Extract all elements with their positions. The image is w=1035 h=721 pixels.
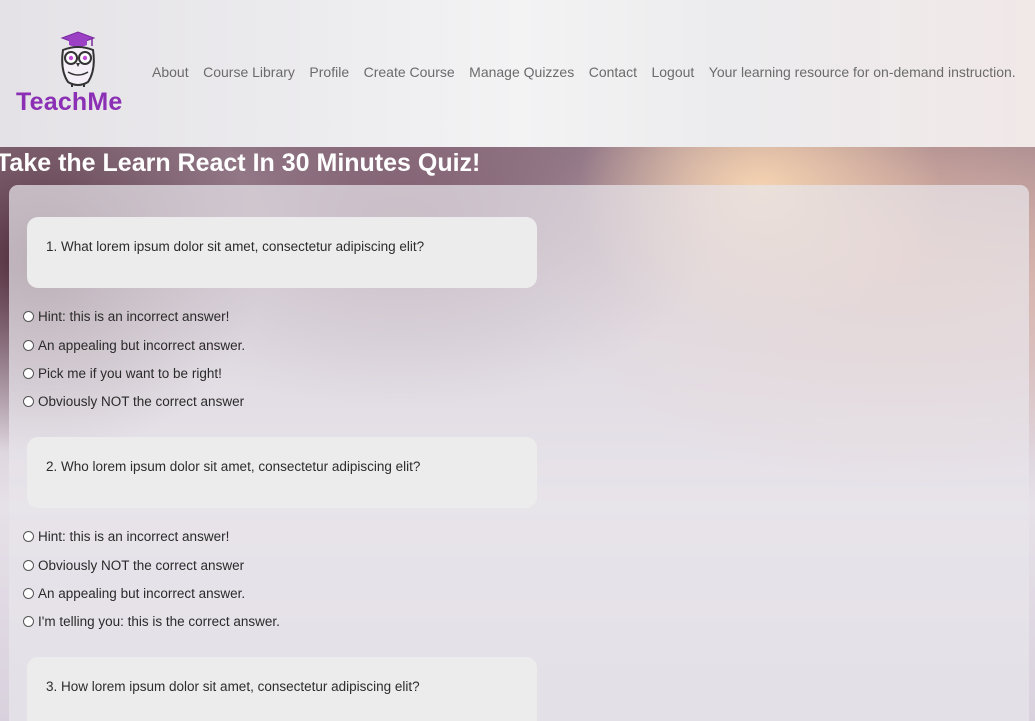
radio-button[interactable] — [23, 616, 34, 627]
logo[interactable]: TeachMe — [14, 30, 140, 120]
option-label: Obviously NOT the correct answer — [38, 558, 245, 573]
nav-profile[interactable]: Profile — [309, 64, 349, 80]
radio-button[interactable] — [23, 311, 34, 322]
option-label: Hint: this is an incorrect answer! — [38, 529, 230, 544]
site-header: TeachMe About Course Library Profile Cre… — [0, 0, 1035, 147]
nav-contact[interactable]: Contact — [589, 64, 637, 80]
question-2: 2. Who lorem ipsum dolor sit amet, conse… — [27, 437, 537, 508]
question-3: 3. How lorem ipsum dolor sit amet, conse… — [27, 657, 537, 721]
question-2-option-4[interactable]: I'm telling you: this is the correct ans… — [23, 614, 280, 629]
tagline: Your learning resource for on-demand ins… — [708, 64, 1016, 80]
option-label: Pick me if you want to be right! — [38, 366, 222, 381]
option-label: Hint: this is an incorrect answer! — [38, 309, 230, 324]
brand-name: TeachMe — [16, 88, 123, 116]
option-label: An appealing but incorrect answer. — [38, 338, 246, 353]
question-1-option-2[interactable]: An appealing but incorrect answer. — [23, 338, 245, 353]
option-label: An appealing but incorrect answer. — [38, 586, 246, 601]
main-nav: About Course Library Profile Create Cour… — [152, 64, 1016, 80]
radio-button[interactable] — [23, 560, 34, 571]
question-2-option-1[interactable]: Hint: this is an incorrect answer! — [23, 529, 229, 544]
question-1-option-4[interactable]: Obviously NOT the correct answer — [23, 394, 244, 409]
nav-create-course[interactable]: Create Course — [364, 64, 455, 80]
question-2-option-2[interactable]: Obviously NOT the correct answer — [23, 558, 244, 573]
quiz-title: Take the Learn React In 30 Minutes Quiz! — [0, 149, 481, 177]
nav-logout[interactable]: Logout — [651, 64, 694, 80]
radio-button[interactable] — [23, 340, 34, 351]
radio-button[interactable] — [23, 368, 34, 379]
radio-button[interactable] — [23, 396, 34, 407]
question-2-option-3[interactable]: An appealing but incorrect answer. — [23, 586, 245, 601]
nav-manage-quizzes[interactable]: Manage Quizzes — [469, 64, 574, 80]
radio-button[interactable] — [23, 588, 34, 599]
question-1-option-3[interactable]: Pick me if you want to be right! — [23, 366, 222, 381]
nav-course-library[interactable]: Course Library — [203, 64, 295, 80]
radio-button[interactable] — [23, 531, 34, 542]
owl-icon — [60, 31, 96, 87]
option-label: I'm telling you: this is the correct ans… — [38, 614, 280, 629]
option-label: Obviously NOT the correct answer — [38, 394, 245, 409]
nav-about[interactable]: About — [152, 64, 189, 80]
question-1: 1. What lorem ipsum dolor sit amet, cons… — [27, 217, 537, 288]
question-1-option-1[interactable]: Hint: this is an incorrect answer! — [23, 309, 229, 324]
